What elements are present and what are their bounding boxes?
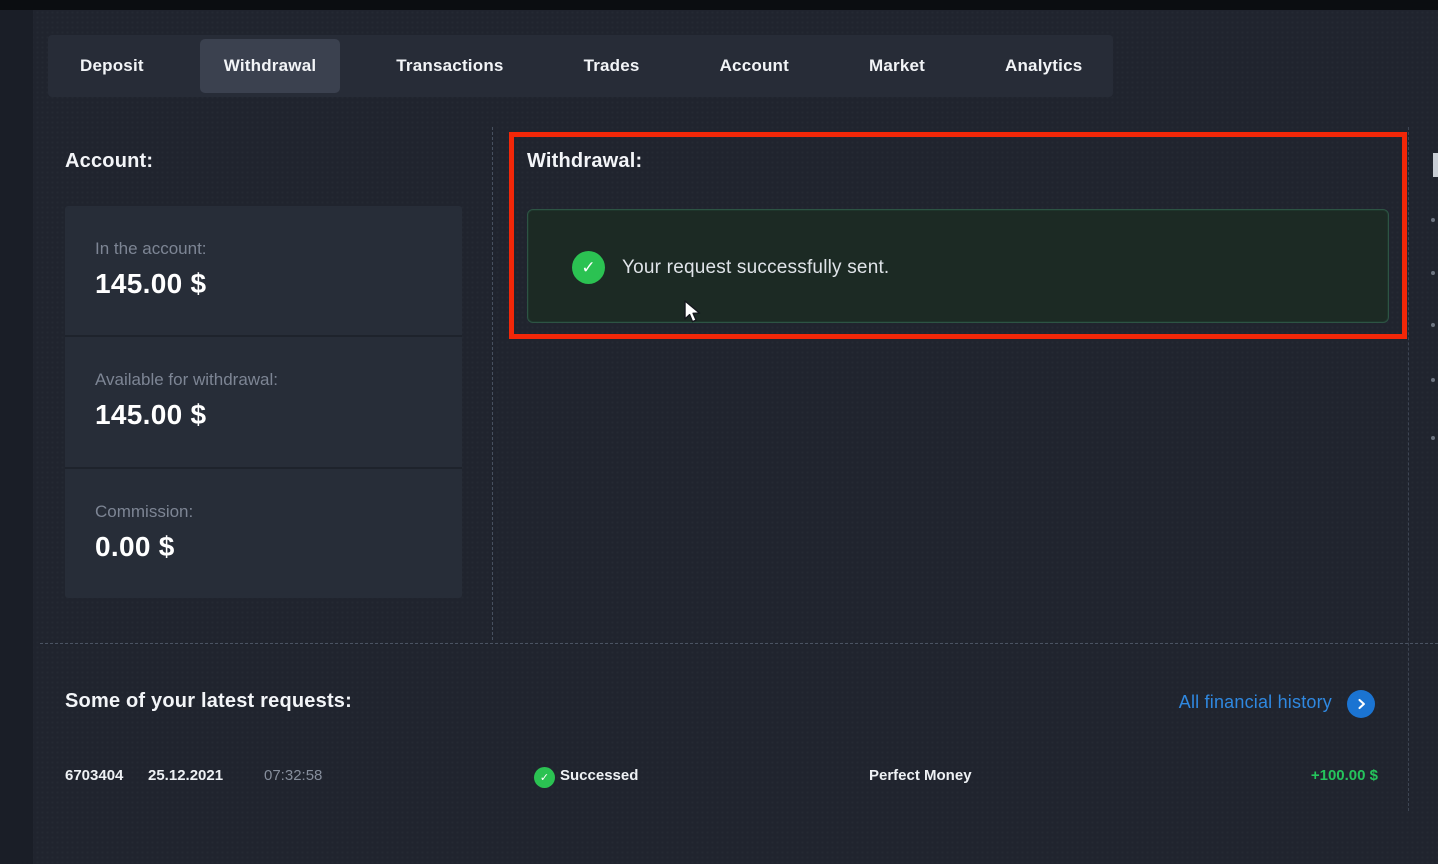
request-method: Perfect Money bbox=[869, 767, 972, 784]
horizontal-section-divider bbox=[40, 643, 1438, 644]
tab-analytics[interactable]: Analytics bbox=[981, 39, 1106, 93]
stat-label: In the account: bbox=[95, 239, 462, 259]
page-edge-left bbox=[0, 10, 33, 864]
tab-account[interactable]: Account bbox=[696, 39, 813, 93]
withdrawal-section-heading: Withdrawal: bbox=[527, 150, 642, 173]
page-edge-top bbox=[0, 0, 1438, 10]
clipped-list-bullet bbox=[1431, 378, 1435, 382]
request-id: 6703404 bbox=[65, 767, 123, 784]
all-financial-history-link[interactable]: All financial history bbox=[1150, 692, 1332, 713]
chevron-right-icon[interactable] bbox=[1347, 690, 1375, 718]
tab-withdrawal[interactable]: Withdrawal bbox=[200, 39, 341, 93]
success-alert: ✓ Your request successfully sent. bbox=[527, 209, 1389, 323]
stat-label: Commission: bbox=[95, 502, 462, 522]
right-section-divider bbox=[1408, 127, 1409, 811]
account-section-heading: Account: bbox=[65, 150, 153, 173]
stat-label: Available for withdrawal: bbox=[95, 370, 462, 390]
request-time: 07:32:58 bbox=[264, 767, 322, 784]
latest-requests-heading: Some of your latest requests: bbox=[65, 690, 352, 713]
account-summary-card: In the account: 145.00 $ Available for w… bbox=[65, 206, 462, 598]
stat-value: 145.00 $ bbox=[95, 268, 462, 300]
request-date: 25.12.2021 bbox=[148, 767, 223, 784]
clipped-list-bullet bbox=[1431, 323, 1435, 327]
clipped-list-bullet bbox=[1431, 218, 1435, 222]
status-check-icon: ✓ bbox=[534, 767, 555, 788]
stat-in-account: In the account: 145.00 $ bbox=[65, 206, 462, 335]
stat-value: 145.00 $ bbox=[95, 399, 462, 431]
clipped-list-bullet bbox=[1431, 271, 1435, 275]
tab-bar: Deposit Withdrawal Transactions Trades A… bbox=[48, 35, 1113, 97]
request-row[interactable]: 6703404 25.12.2021 07:32:58 ✓ Successed … bbox=[0, 763, 1438, 789]
success-message: Your request successfully sent. bbox=[622, 257, 889, 279]
tab-market[interactable]: Market bbox=[845, 39, 949, 93]
vertical-section-divider bbox=[492, 127, 493, 640]
stat-commission: Commission: 0.00 $ bbox=[65, 469, 462, 598]
clipped-heading-fragment bbox=[1433, 153, 1438, 177]
cursor-icon bbox=[683, 300, 706, 326]
request-status: Successed bbox=[560, 767, 638, 784]
check-circle-icon: ✓ bbox=[572, 251, 605, 284]
tab-trades[interactable]: Trades bbox=[560, 39, 664, 93]
stat-available-withdrawal: Available for withdrawal: 145.00 $ bbox=[65, 337, 462, 466]
withdrawal-page: Deposit Withdrawal Transactions Trades A… bbox=[0, 0, 1438, 864]
tab-transactions[interactable]: Transactions bbox=[372, 39, 527, 93]
clipped-list-bullet bbox=[1431, 436, 1435, 440]
request-amount: +100.00 $ bbox=[1311, 767, 1378, 784]
tab-deposit[interactable]: Deposit bbox=[56, 39, 168, 93]
stat-value: 0.00 $ bbox=[95, 531, 462, 563]
